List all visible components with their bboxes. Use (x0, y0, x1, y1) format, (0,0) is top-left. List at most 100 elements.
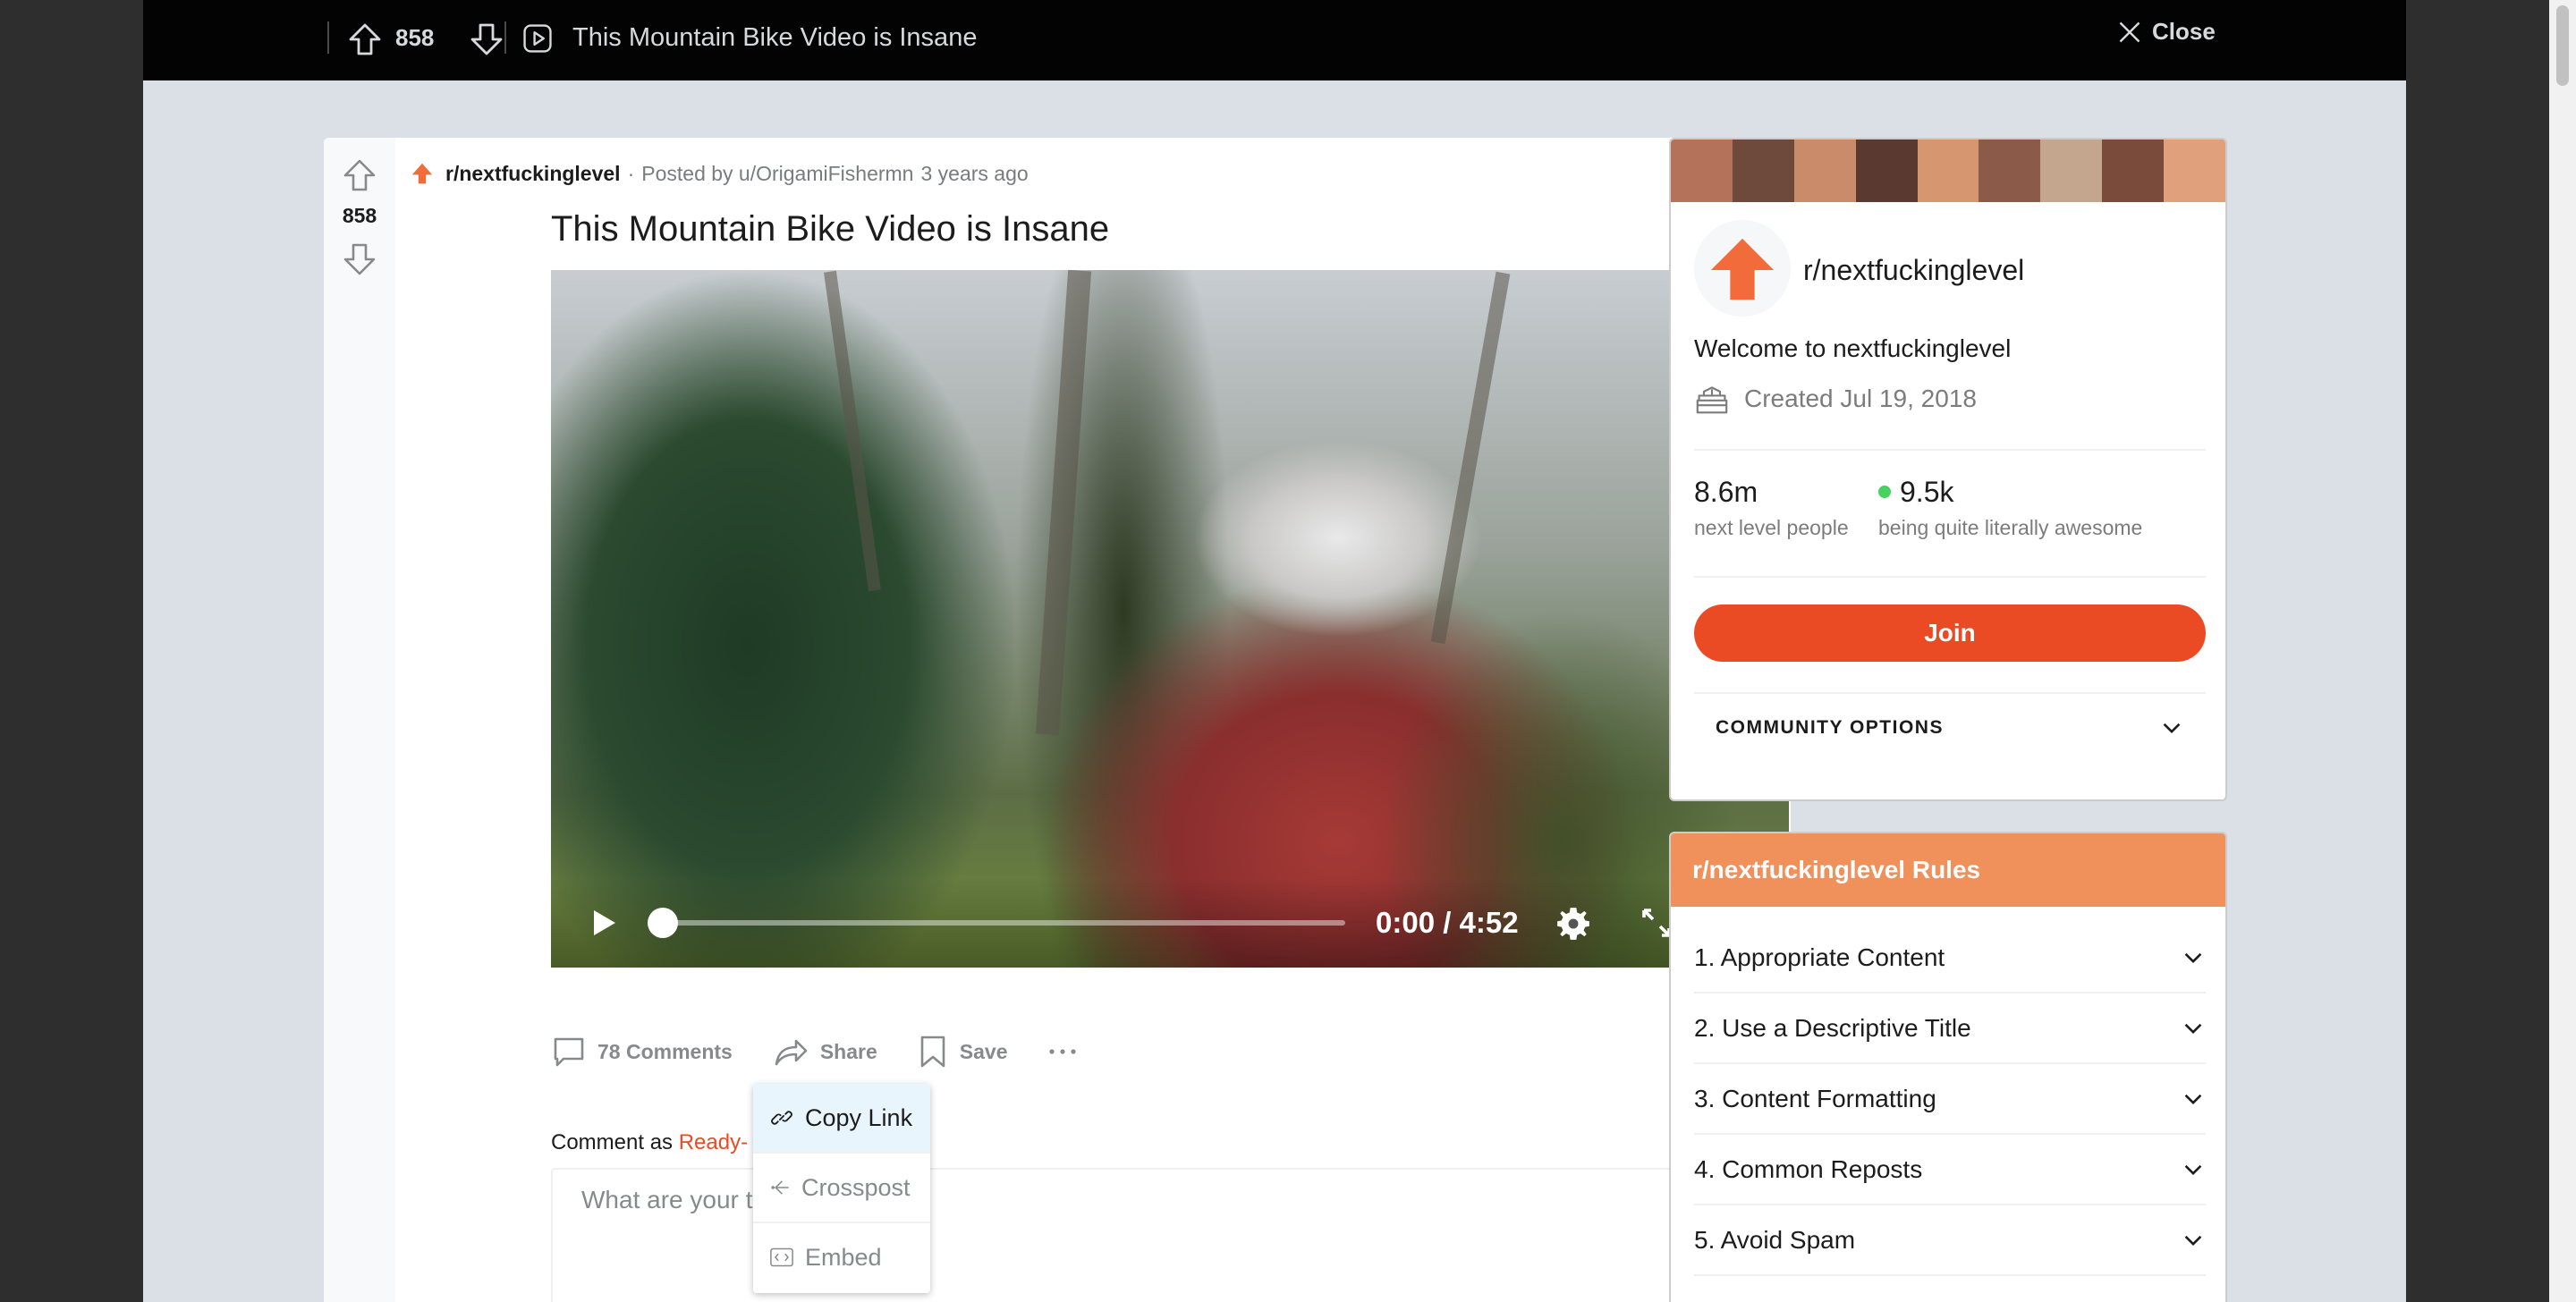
chevron-down-icon (2163, 723, 2181, 733)
post-top-bar: 858 This Mountain Bike Video is Insane C… (143, 0, 2406, 80)
link-icon (771, 1111, 792, 1125)
post-actions: 78 Comments Share Save (551, 1027, 1118, 1077)
share-icon (775, 1039, 808, 1066)
subreddit-avatar[interactable] (1694, 220, 1791, 317)
save-label: Save (959, 1039, 1008, 1063)
rule-label: 2. Use a Descriptive Title (1694, 1013, 1971, 1042)
subreddit-name[interactable]: r/nextfuckinglevel (1803, 252, 2024, 288)
community-created: Created Jul 19, 2018 (1694, 383, 1977, 415)
comment-input[interactable] (553, 1170, 1717, 1302)
more-options-button[interactable] (1046, 1043, 1079, 1061)
community-card: r/nextfuckinglevel Welcome to nextfuckin… (1669, 138, 2227, 801)
more-icon (1049, 1049, 1077, 1054)
members-count: 8.6m (1694, 476, 1758, 508)
rule-item[interactable]: 3. Content Formatting (1694, 1064, 2206, 1135)
downvote-icon[interactable] (342, 241, 377, 277)
page-scrollbar[interactable] (2549, 0, 2576, 1302)
chevron-down-icon (2184, 1023, 2202, 1034)
copy-link-item[interactable]: Copy Link (753, 1084, 930, 1152)
comments-button[interactable]: 78 Comments (551, 1034, 733, 1070)
members-stat: 8.6m next level people (1694, 474, 1849, 542)
vote-column: 858 (324, 138, 395, 1302)
scrollbar-thumb[interactable] (2556, 5, 2569, 86)
chevron-down-icon (2184, 1235, 2202, 1246)
online-label: being quite literally awesome (1878, 516, 2143, 539)
copy-link-label: Copy Link (805, 1103, 913, 1131)
post-meta: r/nextfuckinglevel · Posted by u/Origami… (410, 156, 1029, 191)
cake-icon (1696, 386, 1728, 414)
created-date: Created Jul 19, 2018 (1744, 385, 1977, 412)
embed-icon (770, 1247, 793, 1267)
chevron-down-icon (2184, 1094, 2202, 1104)
rule-item[interactable]: 4. Common Reposts (1694, 1135, 2206, 1205)
rule-item[interactable]: 5. Avoid Spam (1694, 1205, 2206, 1276)
close-icon (2119, 21, 2140, 42)
bookmark-icon (920, 1036, 945, 1068)
share-label: Share (819, 1039, 877, 1063)
divider (504, 21, 506, 54)
divider (1694, 576, 2206, 578)
progress-handle[interactable] (648, 908, 678, 938)
subreddit-arrow-icon (410, 161, 435, 186)
posted-by[interactable]: Posted by u/OrigamiFishermn (641, 162, 913, 186)
progress-track[interactable] (657, 920, 1345, 926)
video-controls: 0:00 / 4:52 (551, 878, 1789, 968)
divider (1694, 449, 2206, 451)
rule-item[interactable]: 1. Appropriate Content (1694, 923, 2206, 993)
rules-title: r/nextfuckinglevel Rules (1692, 856, 1981, 884)
crosspost-item[interactable]: Crosspost (753, 1154, 930, 1222)
rules-card: r/nextfuckinglevel Rules 1. Appropriate … (1669, 832, 2227, 1302)
rules-header: r/nextfuckinglevel Rules (1671, 833, 2225, 907)
close-label: Close (2152, 18, 2216, 45)
subreddit-link[interactable]: r/nextfuckinglevel (445, 162, 621, 186)
rule-label: 5. Avoid Spam (1694, 1225, 1856, 1254)
video-frame (551, 270, 1789, 968)
subreddit-arrow-icon (1710, 238, 1775, 300)
chevron-down-icon (2184, 1164, 2202, 1175)
embed-label: Embed (805, 1243, 882, 1271)
chevron-down-icon (2184, 952, 2202, 963)
online-stat: 9.5k being quite literally awesome (1878, 474, 2142, 542)
video-player[interactable]: 0:00 / 4:52 (551, 270, 1789, 968)
crosspost-icon (771, 1180, 789, 1195)
upvote-icon[interactable] (342, 157, 377, 193)
video-post-icon (522, 23, 553, 54)
post-title: This Mountain Bike Video is Insane (551, 209, 1110, 249)
community-banner (1671, 140, 2225, 202)
comment-username[interactable]: Ready- (679, 1130, 748, 1154)
downvote-icon[interactable] (469, 21, 504, 57)
comment-as: Comment as Ready- (551, 1127, 748, 1159)
play-icon[interactable] (585, 905, 621, 941)
divider (327, 21, 329, 54)
online-count: 9.5k (1900, 476, 1954, 508)
reddit-post-modal: 858 This Mountain Bike Video is Insane C… (143, 0, 2406, 1302)
comment-icon (554, 1037, 584, 1067)
comments-label: 78 Comments (597, 1039, 733, 1063)
comment-box (551, 1168, 1719, 1302)
rule-item[interactable]: 2. Use a Descriptive Title (1694, 993, 2206, 1064)
close-button[interactable]: Close (2116, 18, 2216, 46)
meta-separator: · (627, 161, 635, 185)
rule-label: 3. Content Formatting (1694, 1084, 1936, 1112)
save-button[interactable]: Save (917, 1034, 1008, 1070)
join-button[interactable]: Join (1694, 604, 2206, 662)
top-bar-title: This Mountain Bike Video is Insane (572, 23, 978, 52)
post-time[interactable]: 3 years ago (920, 162, 1028, 186)
comment-as-prefix: Comment as (551, 1130, 674, 1154)
crosspost-label: Crosspost (801, 1173, 911, 1201)
video-time: 0:00 / 4:52 (1376, 906, 1519, 939)
vote-count: 858 (342, 204, 377, 227)
embed-item[interactable]: Embed (753, 1223, 930, 1291)
rule-label: 4. Common Reposts (1694, 1154, 1923, 1183)
community-options-toggle[interactable]: COMMUNITY OPTIONS (1694, 692, 2206, 764)
community-options-label: COMMUNITY OPTIONS (1716, 717, 1944, 738)
members-label: next level people (1694, 516, 1849, 539)
rule-label: 1. Appropriate Content (1694, 943, 1945, 971)
upvote-icon[interactable] (347, 21, 383, 57)
online-dot (1878, 486, 1891, 498)
vote-count: 858 (395, 24, 435, 51)
post-card: 858 r/nextfuckinglevel · Posted by u/Ori… (324, 138, 1791, 1302)
settings-gear-icon[interactable] (1555, 905, 1592, 943)
share-dropdown: Copy Link Crosspost Embed (753, 1084, 930, 1293)
share-button[interactable]: Share (772, 1034, 877, 1070)
